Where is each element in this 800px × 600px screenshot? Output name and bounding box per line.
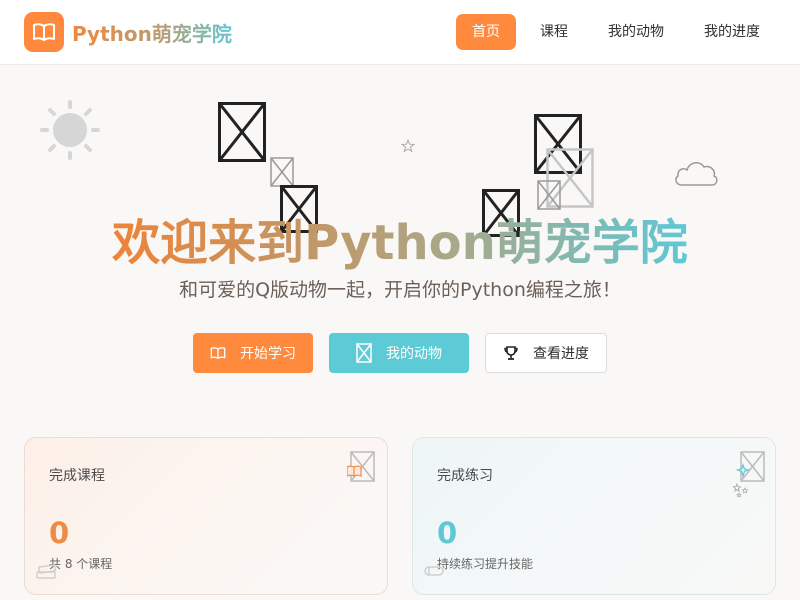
logo-book-icon[interactable] [24, 12, 64, 52]
broken-image-icon [732, 451, 765, 498]
start-learning-label: 开始学习 [240, 346, 296, 362]
broken-image-icon [270, 157, 294, 187]
sun-icon [40, 100, 100, 160]
my-pets-label: 我的动物 [386, 346, 442, 362]
broken-image-icon [356, 343, 372, 363]
completed-exercises-desc: 持续练习提升技能 [437, 557, 534, 571]
completed-exercises-value: 0 [437, 516, 458, 550]
start-learning-button[interactable]: 开始学习 [193, 333, 313, 373]
completed-exercises-card: 完成练习 0 持续练习提升技能 [412, 437, 776, 595]
top-navbar: Python萌宠学院 首页 课程 我的动物 我的进度 [0, 0, 800, 65]
nav-item-home[interactable]: 首页 [456, 14, 516, 50]
hero-title: 欢迎来到Python萌宠学院 [112, 215, 688, 271]
main-nav: 首页 课程 我的动物 我的进度 [456, 14, 776, 50]
hero-subtitle: 和可爱的Q版动物一起，开启你的Python编程之旅！ [179, 279, 621, 301]
card-title: 完成课程 [49, 468, 105, 484]
pencil-icon [424, 566, 444, 576]
nav-item-courses[interactable]: 课程 [524, 14, 584, 50]
nav-item-my-pets[interactable]: 我的动物 [592, 14, 680, 50]
app-title[interactable]: Python萌宠学院 [72, 18, 232, 47]
broken-image-icon [218, 102, 266, 162]
view-progress-button[interactable]: 查看进度 [485, 333, 607, 373]
my-pets-button[interactable]: 我的动物 [329, 333, 469, 373]
card-title: 完成练习 [437, 468, 493, 484]
trophy-icon [504, 346, 518, 360]
cloud-icon [675, 162, 718, 186]
completed-courses-value: 0 [49, 516, 70, 550]
view-progress-label: 查看进度 [533, 346, 589, 362]
star-icon [401, 139, 415, 153]
nav-item-my-progress[interactable]: 我的进度 [688, 14, 776, 50]
completed-courses-card: 完成课程 0 共 8 个课程 [24, 437, 388, 595]
books-icon [36, 564, 56, 579]
book-icon [210, 347, 226, 360]
broken-image-icon [347, 451, 375, 482]
